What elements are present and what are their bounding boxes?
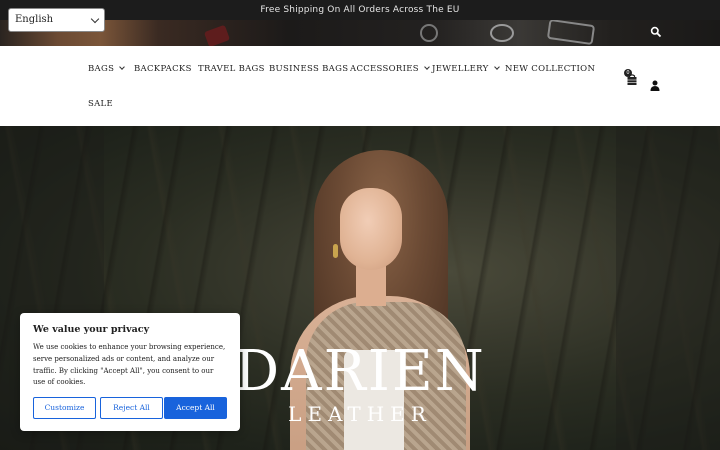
nav-item-label: BACKPACKS (134, 64, 192, 74)
decor-ring (420, 24, 438, 42)
brand-subtitle: LEATHER (288, 402, 432, 426)
nav-item-label: SALE (88, 99, 114, 109)
announcement-text: Free Shipping On All Orders Across The E… (260, 5, 460, 15)
accept-all-button[interactable]: Accept All (164, 397, 227, 419)
chevron-down-icon (493, 64, 500, 70)
nav-item-label: BUSINESS BAGS (269, 64, 349, 74)
nav-item-label: BAGS (88, 64, 115, 74)
top-banner: Free Shipping On All Orders Across The E… (0, 0, 720, 46)
customize-button[interactable]: Customize (33, 397, 96, 419)
model-face (340, 188, 402, 270)
hero-side-panel (616, 126, 720, 450)
reject-all-button[interactable]: Reject All (100, 397, 163, 419)
nav-item-jewellery[interactable]: JEWELLERY (432, 64, 500, 74)
nav-item-label: TRAVEL BAGS (198, 64, 265, 74)
decor-leather-item (203, 24, 231, 46)
nav-item-business-bags[interactable]: BUSINESS BAGS (269, 64, 348, 74)
cookie-consent-banner: We value your privacy We use cookies to … (20, 313, 240, 431)
brand-title: DARIEN (234, 339, 486, 404)
earring (333, 244, 338, 258)
nav-item-bags[interactable]: BAGS (88, 64, 126, 74)
cart-count-badge: 0 (624, 69, 632, 77)
cookie-title: We value your privacy (33, 324, 150, 335)
chevron-down-icon (424, 64, 430, 70)
nav-item-accessories[interactable]: ACCESSORIES (350, 64, 430, 74)
nav-item-label: ACCESSORIES (350, 64, 419, 74)
search-icon[interactable] (650, 26, 662, 38)
decor-buckle (546, 18, 596, 46)
cookie-body: We use cookies to enhance your browsing … (33, 343, 226, 387)
language-select-value: English (15, 14, 54, 25)
site-header: BAGS BACKPACKS TRAVEL BAGS BUSINESS BAGS… (0, 46, 720, 126)
chevron-down-icon (90, 14, 100, 24)
language-select[interactable]: English (8, 8, 105, 32)
chevron-down-icon (119, 64, 126, 70)
nav-item-travel-bags[interactable]: TRAVEL BAGS (198, 64, 265, 74)
nav-item-sale[interactable]: SALE (88, 99, 113, 109)
nav-item-backpacks[interactable]: BACKPACKS (134, 64, 192, 74)
nav-item-new-collection[interactable]: NEW COLLECTION (505, 64, 595, 74)
account-icon[interactable] (650, 80, 660, 91)
decor-ring (490, 24, 514, 42)
nav-item-label: JEWELLERY (432, 64, 489, 74)
cookie-buttons: Customize Reject All Accept All (33, 397, 227, 419)
nav-item-label: NEW COLLECTION (505, 64, 596, 74)
